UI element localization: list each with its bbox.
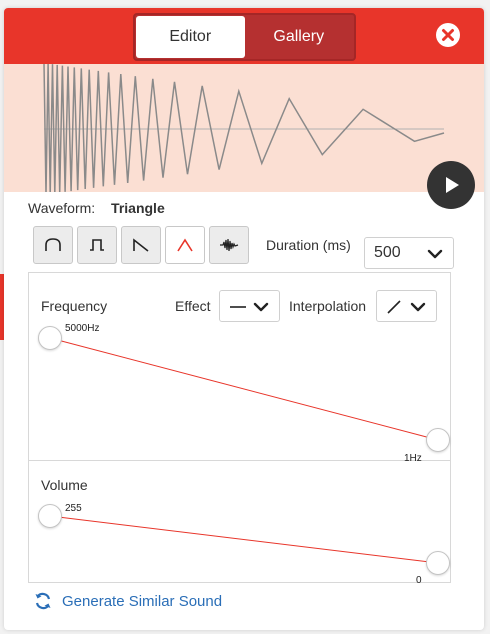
volume-start-value: 255 xyxy=(65,503,82,514)
volume-label: Volume xyxy=(41,477,88,493)
frequency-start-value: 5000Hz xyxy=(65,323,100,334)
volume-end-value: 0 xyxy=(416,575,422,586)
volume-start-handle[interactable] xyxy=(38,504,62,528)
volume-envelope-line xyxy=(49,515,439,564)
envelope-lines xyxy=(49,337,439,564)
generate-similar-sound-label: Generate Similar Sound xyxy=(62,592,223,610)
generate-similar-sound-button[interactable]: Generate Similar Sound xyxy=(33,591,222,611)
frequency-end-value: 1Hz xyxy=(404,453,422,464)
frequency-start-handle[interactable] xyxy=(38,326,62,350)
frequency-end-handle[interactable] xyxy=(426,428,450,452)
volume-end-handle[interactable] xyxy=(426,551,450,575)
refresh-icon xyxy=(35,592,51,610)
frequency-envelope-line xyxy=(49,337,439,441)
